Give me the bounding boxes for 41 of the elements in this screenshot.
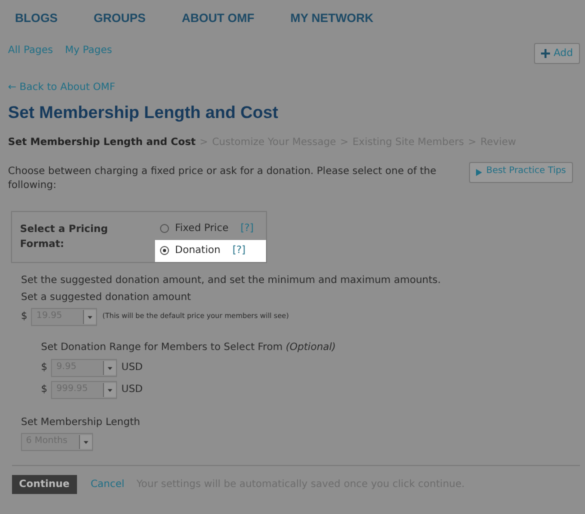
caret-icon [103, 382, 116, 396]
add-button[interactable]: Add [534, 43, 580, 64]
radio-icon [160, 224, 169, 233]
continue-button[interactable]: Continue [12, 474, 77, 494]
pricing-label: Select a Pricing Format: [19, 222, 109, 252]
step-separator: > [200, 136, 208, 150]
nav-link[interactable]: MY NETWORK [290, 9, 374, 40]
field-label: Set a suggested donation amount [21, 290, 192, 304]
intro-text: Choose between charging a fixed price or ask for a donation. Please select one of the following: [8, 164, 438, 192]
tips-button[interactable]: Best Practice Tips [469, 162, 573, 182]
back-link[interactable]: ← Back to About OMF [8, 80, 585, 95]
currency-unit: USD [121, 383, 143, 397]
currency-symbol: $ [41, 361, 48, 375]
description-text: Set the suggested donation amount, and set the minimum and maximum amounts. [21, 274, 442, 288]
page-link[interactable]: All Pages [8, 43, 53, 58]
caret-icon [103, 360, 116, 374]
step-label: Set Membership Length and Cost [8, 136, 196, 150]
page-link[interactable]: My Pages [65, 43, 112, 58]
page-title: Set Membership Length and Cost [8, 102, 280, 124]
play-icon [476, 168, 482, 176]
radio-icon [160, 246, 169, 255]
caret-icon [83, 310, 96, 324]
radio-option[interactable]: Fixed Price [?] [155, 218, 266, 240]
nav-link[interactable]: GROUPS [94, 9, 146, 40]
radio-option[interactable]: Donation [?] [155, 240, 266, 262]
step-separator: > [468, 136, 476, 150]
currency-unit: USD [121, 361, 143, 375]
currency-symbol: $ [41, 383, 48, 397]
field-label: Set Membership Length [21, 416, 142, 430]
nav-link[interactable]: ABOUT OMF [182, 9, 254, 40]
help-link[interactable]: [?] [240, 221, 254, 236]
currency-symbol: $ [21, 310, 28, 324]
option-label: Donation [175, 244, 220, 258]
help-link[interactable]: [?] [232, 243, 246, 258]
step-separator: > [340, 136, 348, 150]
option-label: Fixed Price [175, 222, 228, 236]
field-label: Set Donation Range for Members to Select From (Optional) [41, 340, 337, 354]
caret-icon [79, 434, 92, 448]
nav-link[interactable]: BLOGS [15, 9, 58, 40]
cancel-link[interactable]: Cancel [90, 476, 124, 492]
plus-icon [540, 49, 550, 58]
